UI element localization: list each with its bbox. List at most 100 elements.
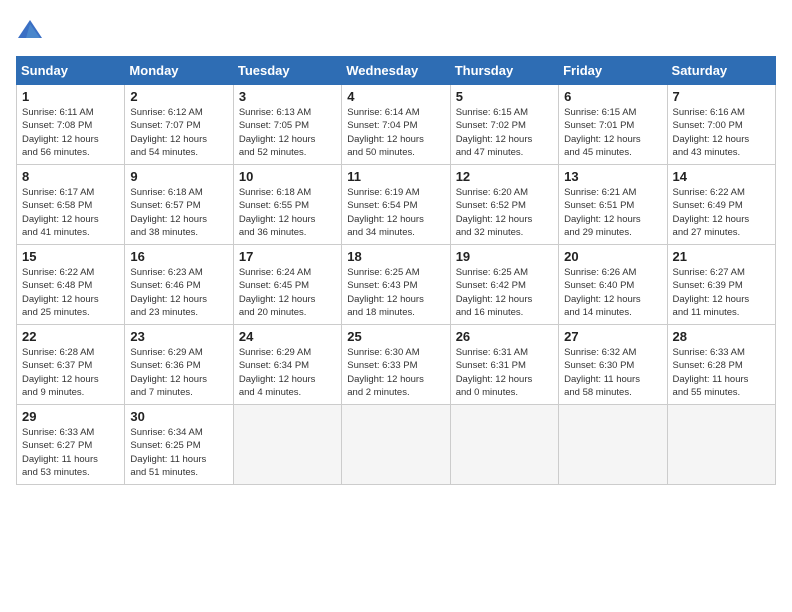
logo [16, 16, 48, 44]
day-info: Sunrise: 6:33 AM Sunset: 6:27 PM Dayligh… [22, 426, 119, 479]
day-number: 6 [564, 89, 661, 104]
calendar-week-0: 1 Sunrise: 6:11 AM Sunset: 7:08 PM Daylig… [17, 85, 776, 165]
calendar-cell: 12 Sunrise: 6:20 AM Sunset: 6:52 PM Dayli… [450, 165, 558, 245]
calendar-cell: 21Sunrise: 6:27 AM Sunset: 6:39 PM Dayli… [667, 245, 775, 325]
day-info: Sunrise: 6:12 AM Sunset: 7:07 PM Dayligh… [130, 106, 227, 159]
day-info: Sunrise: 6:22 AM Sunset: 6:48 PM Dayligh… [22, 266, 119, 319]
day-number: 4 [347, 89, 444, 104]
calendar-cell: 13 Sunrise: 6:21 AM Sunset: 6:51 PM Dayli… [559, 165, 667, 245]
calendar-cell: 11 Sunrise: 6:19 AM Sunset: 6:54 PM Dayli… [342, 165, 450, 245]
day-number: 3 [239, 89, 336, 104]
day-info: Sunrise: 6:31 AM Sunset: 6:31 PM Dayligh… [456, 346, 553, 399]
day-number: 15 [22, 249, 119, 264]
calendar-cell: 15 Sunrise: 6:22 AM Sunset: 6:48 PM Dayli… [17, 245, 125, 325]
day-number: 18 [347, 249, 444, 264]
day-info: Sunrise: 6:33 AM Sunset: 6:28 PM Dayligh… [673, 346, 770, 399]
weekday-header-friday: Friday [559, 57, 667, 85]
calendar-cell: 25 Sunrise: 6:30 AM Sunset: 6:33 PM Dayli… [342, 325, 450, 405]
day-number: 24 [239, 329, 336, 344]
day-info: Sunrise: 6:29 AM Sunset: 6:34 PM Dayligh… [239, 346, 336, 399]
day-info: Sunrise: 6:32 AM Sunset: 6:30 PM Dayligh… [564, 346, 661, 399]
day-info: Sunrise: 6:34 AM Sunset: 6:25 PM Dayligh… [130, 426, 227, 479]
weekday-header-tuesday: Tuesday [233, 57, 341, 85]
day-info: Sunrise: 6:25 AM Sunset: 6:43 PM Dayligh… [347, 266, 444, 319]
calendar-cell: 26 Sunrise: 6:31 AM Sunset: 6:31 PM Dayli… [450, 325, 558, 405]
calendar-week-4: 29 Sunrise: 6:33 AM Sunset: 6:27 PM Dayli… [17, 405, 776, 485]
calendar-cell [667, 405, 775, 485]
calendar-cell [450, 405, 558, 485]
day-info: Sunrise: 6:30 AM Sunset: 6:33 PM Dayligh… [347, 346, 444, 399]
calendar-cell: 14 Sunrise: 6:22 AM Sunset: 6:49 PM Dayli… [667, 165, 775, 245]
weekday-header-monday: Monday [125, 57, 233, 85]
day-number: 22 [22, 329, 119, 344]
day-info: Sunrise: 6:13 AM Sunset: 7:05 PM Dayligh… [239, 106, 336, 159]
calendar-week-1: 8 Sunrise: 6:17 AM Sunset: 6:58 PM Daylig… [17, 165, 776, 245]
weekday-header-thursday: Thursday [450, 57, 558, 85]
day-number: 1 [22, 89, 119, 104]
day-number: 9 [130, 169, 227, 184]
day-info: Sunrise: 6:17 AM Sunset: 6:58 PM Dayligh… [22, 186, 119, 239]
day-number: 23 [130, 329, 227, 344]
weekday-header-wednesday: Wednesday [342, 57, 450, 85]
day-info: Sunrise: 6:21 AM Sunset: 6:51 PM Dayligh… [564, 186, 661, 239]
calendar-cell [233, 405, 341, 485]
calendar-body: 1 Sunrise: 6:11 AM Sunset: 7:08 PM Daylig… [17, 85, 776, 485]
calendar-table: SundayMondayTuesdayWednesdayThursdayFrid… [16, 56, 776, 485]
day-number: 8 [22, 169, 119, 184]
weekday-header-sunday: Sunday [17, 57, 125, 85]
day-number: 2 [130, 89, 227, 104]
day-number: 19 [456, 249, 553, 264]
calendar-cell: 6 Sunrise: 6:15 AM Sunset: 7:01 PM Daylig… [559, 85, 667, 165]
calendar-cell: 5 Sunrise: 6:15 AM Sunset: 7:02 PM Daylig… [450, 85, 558, 165]
day-number: 12 [456, 169, 553, 184]
weekday-header-row: SundayMondayTuesdayWednesdayThursdayFrid… [17, 57, 776, 85]
day-number: 25 [347, 329, 444, 344]
day-info: Sunrise: 6:19 AM Sunset: 6:54 PM Dayligh… [347, 186, 444, 239]
calendar-cell: 17 Sunrise: 6:24 AM Sunset: 6:45 PM Dayli… [233, 245, 341, 325]
day-info: Sunrise: 6:26 AM Sunset: 6:40 PM Dayligh… [564, 266, 661, 319]
calendar-cell: 22 Sunrise: 6:28 AM Sunset: 6:37 PM Dayli… [17, 325, 125, 405]
day-number: 17 [239, 249, 336, 264]
calendar-cell: 23Sunrise: 6:29 AM Sunset: 6:36 PM Dayli… [125, 325, 233, 405]
day-info: Sunrise: 6:14 AM Sunset: 7:04 PM Dayligh… [347, 106, 444, 159]
logo-icon [16, 16, 44, 44]
day-info: Sunrise: 6:28 AM Sunset: 6:37 PM Dayligh… [22, 346, 119, 399]
day-number: 14 [673, 169, 770, 184]
day-info: Sunrise: 6:20 AM Sunset: 6:52 PM Dayligh… [456, 186, 553, 239]
calendar-cell [342, 405, 450, 485]
calendar-cell: 28 Sunrise: 6:33 AM Sunset: 6:28 PM Dayli… [667, 325, 775, 405]
calendar-cell: 2 Sunrise: 6:12 AM Sunset: 7:07 PM Daylig… [125, 85, 233, 165]
calendar-cell: 3 Sunrise: 6:13 AM Sunset: 7:05 PM Daylig… [233, 85, 341, 165]
day-info: Sunrise: 6:15 AM Sunset: 7:01 PM Dayligh… [564, 106, 661, 159]
calendar-cell: 4 Sunrise: 6:14 AM Sunset: 7:04 PM Daylig… [342, 85, 450, 165]
page-header [16, 16, 776, 44]
day-info: Sunrise: 6:16 AM Sunset: 7:00 PM Dayligh… [673, 106, 770, 159]
day-number: 11 [347, 169, 444, 184]
day-number: 27 [564, 329, 661, 344]
day-number: 5 [456, 89, 553, 104]
day-number: 28 [673, 329, 770, 344]
day-info: Sunrise: 6:22 AM Sunset: 6:49 PM Dayligh… [673, 186, 770, 239]
calendar-cell: 19Sunrise: 6:25 AM Sunset: 6:42 PM Dayli… [450, 245, 558, 325]
calendar-week-2: 15 Sunrise: 6:22 AM Sunset: 6:48 PM Dayli… [17, 245, 776, 325]
day-info: Sunrise: 6:27 AM Sunset: 6:39 PM Dayligh… [673, 266, 770, 319]
day-info: Sunrise: 6:11 AM Sunset: 7:08 PM Dayligh… [22, 106, 119, 159]
calendar-cell: 27 Sunrise: 6:32 AM Sunset: 6:30 PM Dayli… [559, 325, 667, 405]
weekday-header-saturday: Saturday [667, 57, 775, 85]
calendar-cell: 10Sunrise: 6:18 AM Sunset: 6:55 PM Dayli… [233, 165, 341, 245]
day-number: 26 [456, 329, 553, 344]
day-info: Sunrise: 6:18 AM Sunset: 6:55 PM Dayligh… [239, 186, 336, 239]
calendar-cell: 9 Sunrise: 6:18 AM Sunset: 6:57 PM Daylig… [125, 165, 233, 245]
day-info: Sunrise: 6:15 AM Sunset: 7:02 PM Dayligh… [456, 106, 553, 159]
day-number: 13 [564, 169, 661, 184]
day-number: 29 [22, 409, 119, 424]
day-number: 30 [130, 409, 227, 424]
calendar-cell: 8 Sunrise: 6:17 AM Sunset: 6:58 PM Daylig… [17, 165, 125, 245]
calendar-cell: 24 Sunrise: 6:29 AM Sunset: 6:34 PM Dayli… [233, 325, 341, 405]
calendar-cell: 29 Sunrise: 6:33 AM Sunset: 6:27 PM Dayli… [17, 405, 125, 485]
calendar-week-3: 22 Sunrise: 6:28 AM Sunset: 6:37 PM Dayli… [17, 325, 776, 405]
calendar-cell: 1 Sunrise: 6:11 AM Sunset: 7:08 PM Daylig… [17, 85, 125, 165]
day-info: Sunrise: 6:18 AM Sunset: 6:57 PM Dayligh… [130, 186, 227, 239]
calendar-cell [559, 405, 667, 485]
day-info: Sunrise: 6:24 AM Sunset: 6:45 PM Dayligh… [239, 266, 336, 319]
